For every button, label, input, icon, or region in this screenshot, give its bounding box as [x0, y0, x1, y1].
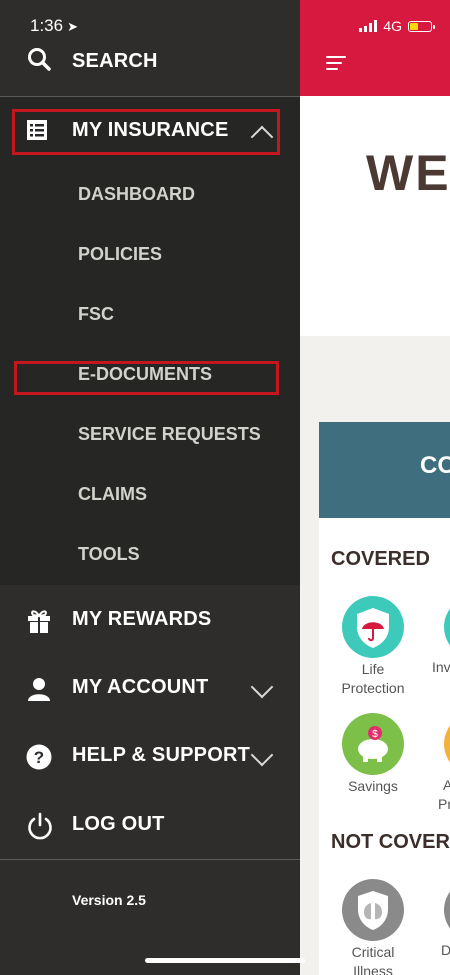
status-time: 1:36 ➤	[30, 16, 78, 36]
search-icon	[28, 48, 51, 71]
hamburger-icon[interactable]	[326, 56, 346, 74]
my-account-label: MY ACCOUNT	[72, 676, 209, 698]
d-category-label: D	[441, 942, 450, 958]
submenu-dashboard[interactable]: DASHBOARD	[78, 184, 195, 205]
time-text: 1:36	[30, 16, 64, 35]
home-indicator[interactable]	[145, 958, 305, 963]
coverage-card: COV COVERED Life Protection Inv	[319, 422, 450, 975]
critical-illness-item[interactable]: Critical Illness	[332, 879, 414, 975]
investment-icon	[444, 596, 450, 658]
submenu-tools[interactable]: TOOLS	[78, 544, 140, 565]
investment-label: Inv	[432, 659, 450, 675]
chevron-down-icon[interactable]	[250, 675, 274, 699]
version-text: Version 2.5	[72, 892, 146, 908]
coverage-header: COV	[319, 422, 450, 518]
chevron-down-icon[interactable]	[250, 743, 274, 767]
svg-text:?: ?	[34, 748, 44, 767]
submenu-e-documents[interactable]: E-DOCUMENTS	[78, 364, 212, 385]
my-insurance-submenu: MY INSURANCE DASHBOARD POLICIES FSC E-DO…	[0, 97, 300, 585]
search-label: SEARCH	[72, 50, 158, 72]
gift-icon	[28, 610, 50, 633]
a-category-label-1: A	[443, 777, 450, 793]
battery-icon	[408, 20, 435, 32]
submenu-fsc[interactable]: FSC	[78, 304, 114, 325]
network-type: 4G	[383, 18, 402, 34]
divider	[0, 859, 300, 860]
d-category-icon	[444, 879, 450, 941]
navigation-drawer: 1:36 ➤ SEARCH MY INSURANCE DASHBOARD POL…	[0, 0, 300, 975]
welcome-heading: WEL	[366, 145, 450, 201]
power-icon	[28, 812, 52, 840]
a-category-label-2: Pr	[438, 796, 450, 812]
help-support-label: HELP & SUPPORT	[72, 744, 251, 766]
svg-text:$: $	[372, 729, 378, 740]
question-icon: ?	[26, 744, 52, 770]
welcome-area: WEL	[300, 96, 450, 336]
status-bar-right: 4G	[359, 18, 435, 34]
background-app: 4G WEL COV COVERED Life Protection	[300, 0, 450, 975]
life-protection-label-2: Protection	[341, 680, 405, 696]
app-header: 4G	[300, 0, 450, 96]
critical-illness-label-1: Critical	[351, 944, 395, 960]
life-protection-label-1: Life	[361, 661, 385, 677]
signal-icon	[359, 20, 378, 32]
my-rewards-label: MY REWARDS	[72, 608, 212, 630]
list-icon	[27, 120, 47, 140]
lungs-shield-icon	[342, 879, 404, 941]
not-covered-label: NOT COVERED	[331, 831, 450, 853]
umbrella-shield-icon	[342, 596, 404, 658]
log-out-label: LOG OUT	[72, 813, 165, 835]
savings-item[interactable]: $ Savings	[332, 713, 414, 796]
covered-label: COVERED	[331, 548, 430, 570]
search-menu-item[interactable]: SEARCH	[0, 40, 300, 96]
savings-label: Savings	[348, 778, 398, 794]
person-icon	[28, 678, 50, 701]
critical-illness-label-2: Illness	[353, 963, 393, 975]
coverage-header-text: COV	[420, 452, 450, 479]
location-arrow-icon: ➤	[67, 19, 78, 34]
life-protection-item[interactable]: Life Protection	[332, 596, 414, 698]
piggy-bank-icon: $	[342, 713, 404, 775]
my-insurance-label: MY INSURANCE	[72, 119, 229, 141]
a-category-icon	[444, 713, 450, 775]
submenu-service-requests[interactable]: SERVICE REQUESTS	[78, 424, 261, 445]
submenu-policies[interactable]: POLICIES	[78, 244, 162, 265]
submenu-claims[interactable]: CLAIMS	[78, 484, 147, 505]
